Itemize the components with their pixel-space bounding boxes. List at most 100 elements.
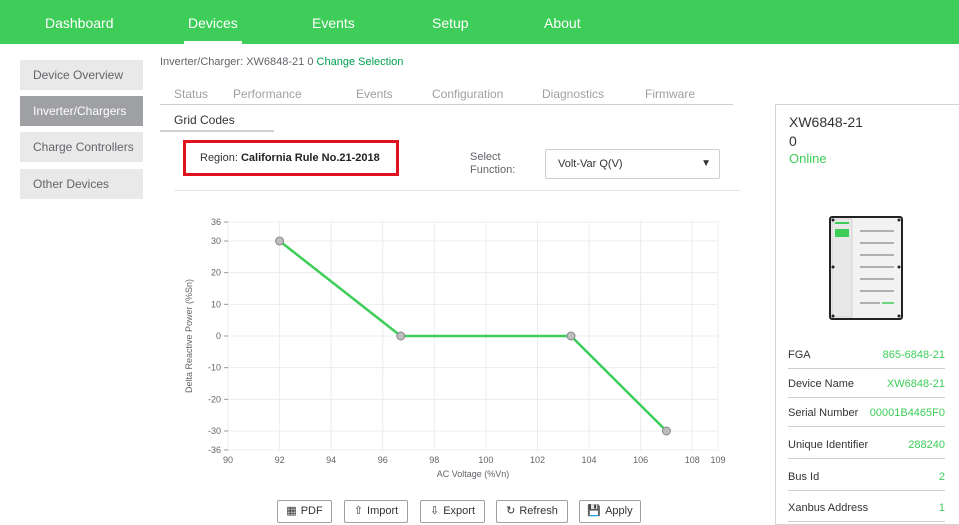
x-tick-label: 96 [378,455,388,465]
import-button-label: Import [367,505,399,517]
region-display: Region: California Rule No.21-2018 [183,140,399,176]
apply-button[interactable]: 💾 Apply [579,500,641,523]
chevron-down-icon: ▼ [701,158,711,169]
x-tick-label: 106 [633,455,648,465]
function-selected-value: Volt-Var Q(V) [558,158,623,170]
sidebar-item-charge-controllers[interactable]: Charge Controllers [20,132,143,162]
prop-row-serial-number: Serial Number 00001B4465F0 [788,403,945,427]
y-tick-label: -20 [208,394,221,404]
prop-key: Bus Id [788,471,820,483]
pdf-button[interactable]: ▦ PDF [277,500,332,523]
prop-value: XW6848-21 [886,378,945,390]
x-tick-label: 92 [275,455,285,465]
nav-setup[interactable]: Setup [432,0,469,44]
prop-row-fga: FGA 865-6848-21 [788,345,945,369]
device-status: Online [789,151,827,166]
prop-row-device-name: Device Name XW6848-21 [788,374,945,398]
y-tick-label: -10 [208,363,221,373]
data-point [566,331,576,341]
tab-grid-codes-underline [160,130,274,132]
refresh-button[interactable]: ↻ Refresh [496,500,568,523]
device-title: XW6848-21 0 [789,114,863,149]
y-axis-label: Delta Reactive Power (%Sn) [184,279,194,393]
sidebar-item-inverter-chargers[interactable]: Inverter/Chargers [20,96,143,126]
x-tick-label: 108 [685,455,700,465]
x-tick-label: 98 [429,455,439,465]
nav-devices-label: Devices [188,15,238,31]
tab-status[interactable]: Status [174,87,208,101]
y-tick-label: -30 [208,426,221,436]
y-tick-label: 20 [211,268,221,278]
nav-setup-label: Setup [432,15,469,31]
region-label: Region: [200,152,238,164]
pdf-button-label: PDF [300,505,323,517]
prop-row-bus-id: Bus Id 2 [788,467,945,491]
prop-value: 288240 [908,439,945,451]
y-tick-label: 36 [211,217,221,227]
y-tick-label: 0 [216,331,221,341]
upload-icon: ⇧ [353,505,364,517]
data-point [275,236,285,246]
nav-events-label: Events [312,15,355,31]
top-nav: Dashboard Devices Events Setup About [0,0,959,44]
prop-value: 2 [938,471,945,483]
tab-firmware[interactable]: Firmware [645,87,695,101]
inverter-device-icon [829,216,903,320]
prop-value: 00001B4465F0 [869,407,945,419]
prop-value: 865-6848-21 [882,349,945,361]
nav-about[interactable]: About [544,0,581,44]
volt-var-chart: 90 92 94 96 98 100 102 104 106 108 109363020100-10… [184,217,726,479]
prop-row-xanbus-address: Xanbus Address 1 [788,498,945,522]
chart-axes: 90 92 94 96 98 100 102 104 106 108 109363020100-10… [208,217,726,465]
y-tick-label: 10 [211,299,221,309]
tab-diagnostics[interactable]: Diagnostics [542,87,604,101]
nav-about-label: About [544,15,581,31]
selection-text: Inverter/Charger: XW6848-21 0 [160,56,314,68]
nav-events[interactable]: Events [312,0,355,44]
prop-row-unique-identifier: Unique Identifier 288240 [788,435,945,459]
device-selection: Inverter/Charger: XW6848-21 0 Change Sel… [160,56,403,68]
prop-key: Device Name [788,378,855,390]
tab-performance[interactable]: Performance [233,87,302,101]
sidebar-item-other-devices[interactable]: Other Devices [20,169,143,199]
prop-key: Unique Identifier [788,439,869,451]
tab-grid-codes[interactable]: Grid Codes [174,113,235,127]
file-pdf-icon: ▦ [286,505,297,517]
y-tick-label: -36 [208,445,221,455]
tab-events[interactable]: Events [356,87,393,101]
nav-active-indicator [184,41,242,44]
prop-value: 1 [938,502,945,514]
prop-key: FGA [788,349,811,361]
refresh-button-label: Refresh [519,505,558,517]
x-axis-label: AC Voltage (%Vn) [437,469,510,479]
prop-key: Serial Number [788,407,859,419]
form-divider [174,190,740,191]
nav-dashboard-label: Dashboard [45,15,114,31]
apply-button-label: Apply [605,505,633,517]
refresh-icon: ↻ [506,505,516,517]
tab-configuration[interactable]: Configuration [432,87,503,101]
data-point [661,426,671,436]
x-tick-label: 100 [478,455,493,465]
download-icon: ⇩ [429,505,440,517]
x-tick-label: 90 [223,455,233,465]
export-button[interactable]: ⇩ Export [420,500,485,523]
nav-devices[interactable]: Devices [184,0,242,44]
select-function-label: Select Function: [470,151,516,176]
save-icon: 💾 [587,505,602,517]
nav-dashboard[interactable]: Dashboard [45,0,114,44]
tabs-divider [160,104,733,105]
function-select[interactable]: Volt-Var Q(V) ▼ [545,149,720,179]
sidebar-item-device-overview[interactable]: Device Overview [20,60,143,90]
x-tick-label: 109 [710,455,725,465]
x-tick-label: 104 [582,455,597,465]
data-point [396,331,406,341]
x-tick-label: 94 [326,455,336,465]
export-button-label: Export [443,505,475,517]
change-selection-link[interactable]: Change Selection [317,56,404,68]
y-tick-label: 30 [211,236,221,246]
import-button[interactable]: ⇧ Import [344,500,408,523]
x-tick-label: 102 [530,455,545,465]
region-value: California Rule No.21-2018 [240,152,380,164]
prop-key: Xanbus Address [788,502,869,514]
